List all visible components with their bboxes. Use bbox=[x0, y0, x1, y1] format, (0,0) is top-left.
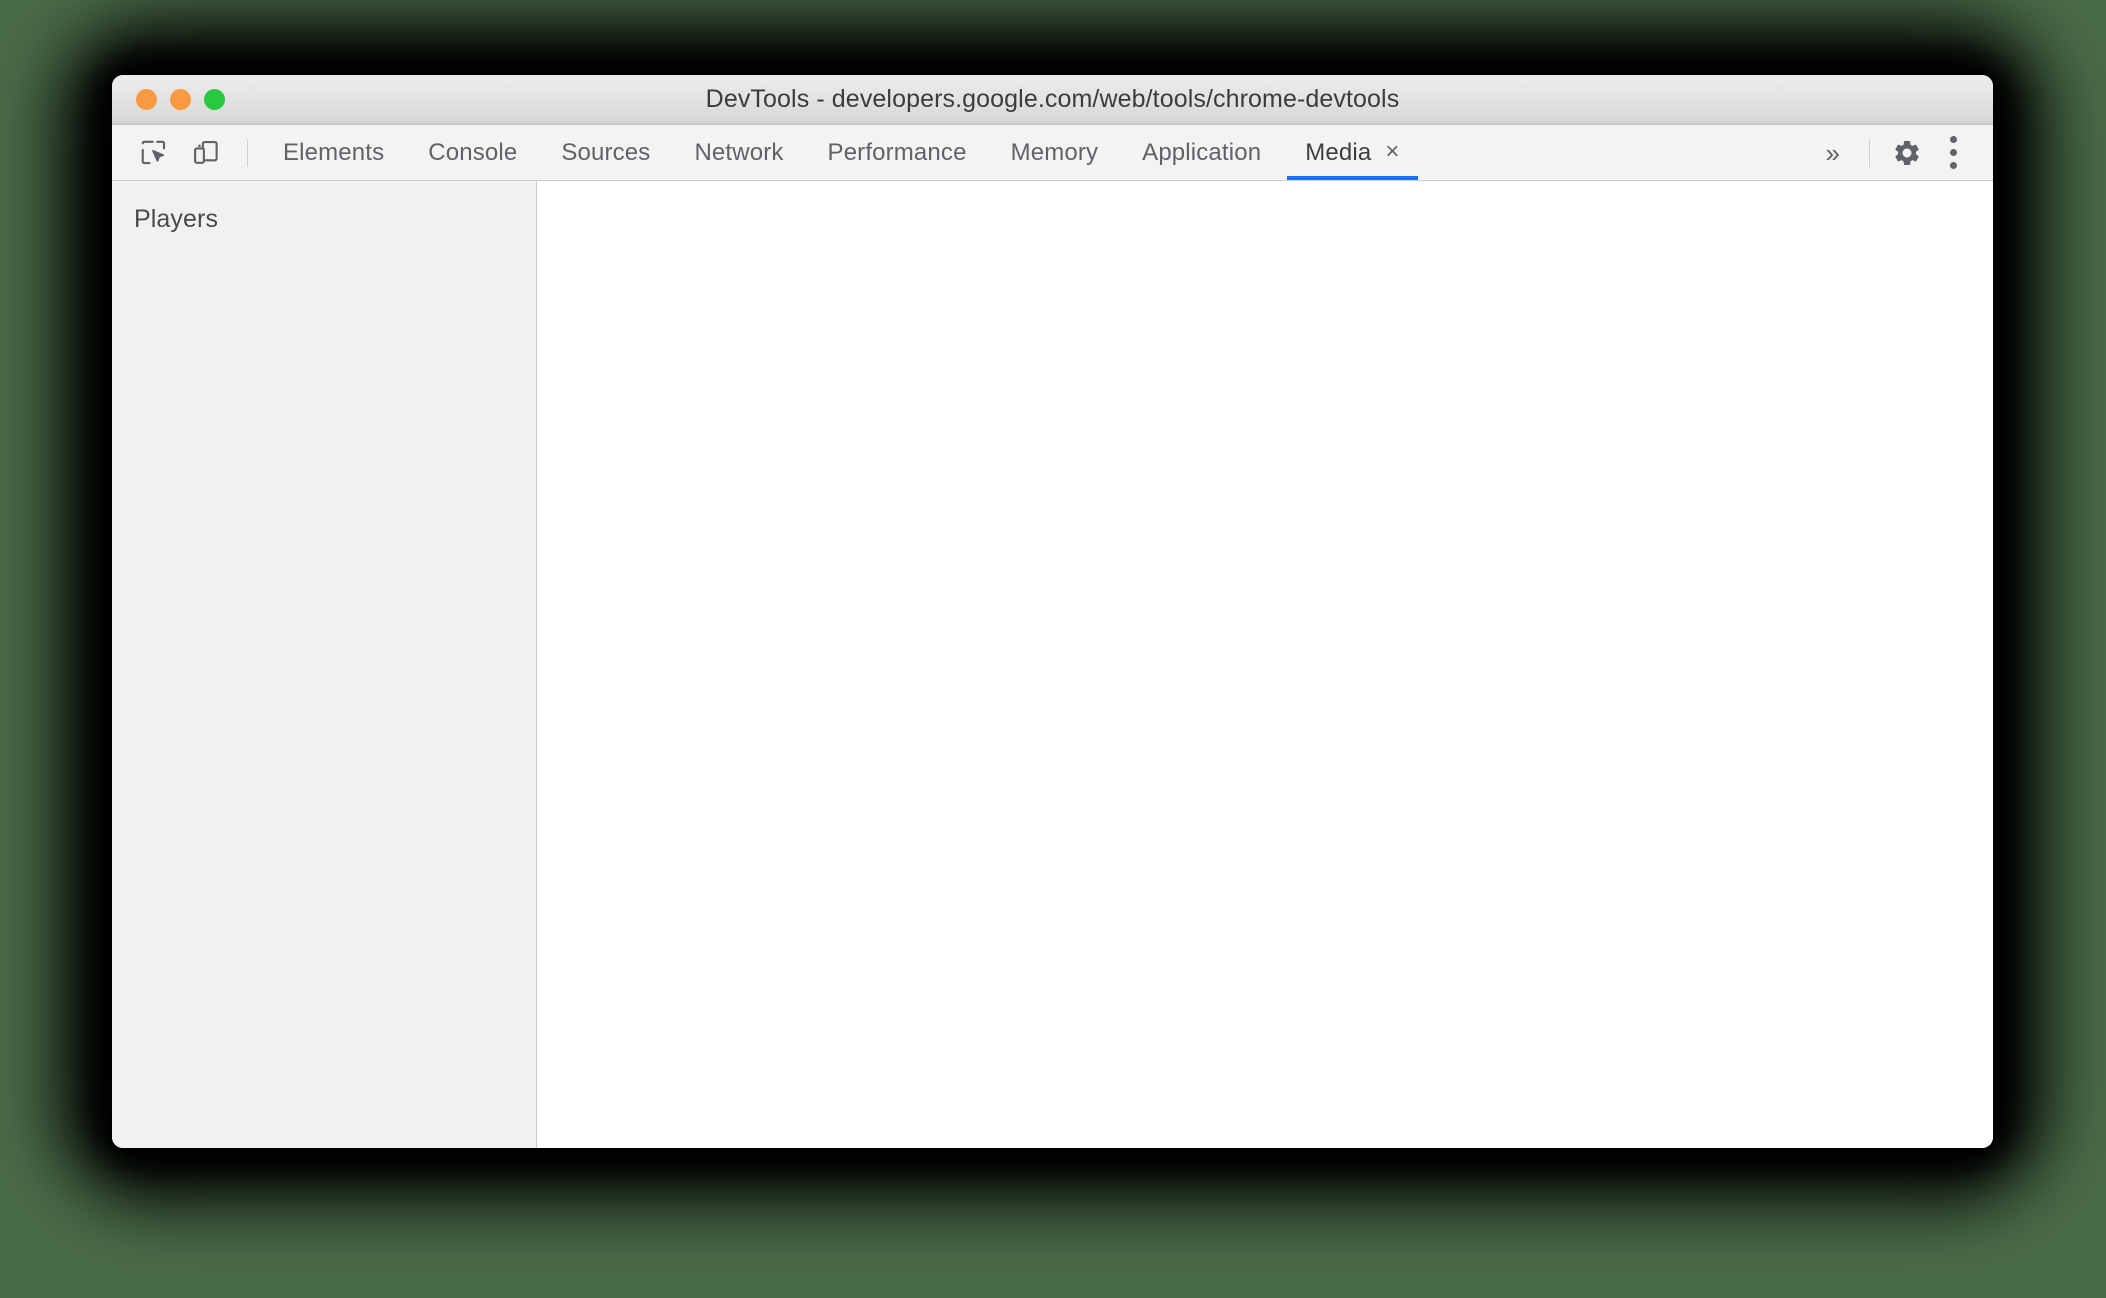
more-options-button[interactable] bbox=[1931, 129, 1975, 177]
close-window-button[interactable] bbox=[136, 89, 157, 110]
toolbar-right-group: » bbox=[1810, 125, 1993, 180]
toolbar-left-group bbox=[112, 125, 261, 180]
tab-label: Memory bbox=[1010, 138, 1099, 166]
toggle-device-toolbar-button[interactable] bbox=[182, 129, 230, 177]
traffic-light-group bbox=[136, 75, 225, 124]
active-tab-indicator bbox=[1287, 176, 1418, 180]
media-player-detail-panel bbox=[537, 181, 1993, 1148]
tab-media[interactable]: Media × bbox=[1283, 125, 1421, 180]
devtools-toolbar: Elements Console Sources Network Perform… bbox=[112, 125, 1993, 181]
kebab-dot bbox=[1949, 149, 1957, 156]
devtools-body: Players bbox=[112, 181, 1993, 1148]
desktop-background: DevTools - developers.google.com/web/too… bbox=[0, 0, 2106, 1298]
players-list-heading: Players bbox=[134, 205, 219, 233]
window-titlebar: DevTools - developers.google.com/web/too… bbox=[112, 75, 1993, 125]
tab-sources[interactable]: Sources bbox=[539, 125, 672, 180]
tab-label: Sources bbox=[561, 138, 651, 166]
tab-label: Elements bbox=[283, 138, 385, 166]
tab-label: Media bbox=[1305, 138, 1372, 166]
toolbar-divider bbox=[247, 138, 248, 167]
tab-performance[interactable]: Performance bbox=[806, 125, 989, 180]
toolbar-divider-right bbox=[1869, 138, 1870, 167]
device-toolbar-icon bbox=[194, 140, 218, 164]
tab-elements[interactable]: Elements bbox=[261, 125, 406, 180]
devtools-tab-strip: Elements Console Sources Network Perform… bbox=[261, 125, 1422, 180]
tab-memory[interactable]: Memory bbox=[989, 125, 1121, 180]
kebab-dot bbox=[1949, 136, 1957, 143]
window-title: DevTools - developers.google.com/web/too… bbox=[705, 85, 1400, 113]
tab-network[interactable]: Network bbox=[672, 125, 805, 180]
minimize-window-button[interactable] bbox=[170, 89, 191, 110]
maximize-window-button[interactable] bbox=[204, 89, 225, 110]
tab-label: Network bbox=[694, 138, 784, 166]
more-tabs-chevron-icon[interactable]: » bbox=[1810, 140, 1856, 166]
gear-icon bbox=[1895, 140, 1919, 165]
tab-label: Application bbox=[1142, 138, 1262, 166]
inspect-element-icon bbox=[141, 140, 166, 164]
devtools-window: DevTools - developers.google.com/web/too… bbox=[112, 75, 1993, 1148]
tab-label: Performance bbox=[827, 138, 967, 166]
media-players-sidebar[interactable]: Players bbox=[112, 181, 537, 1148]
tab-console[interactable]: Console bbox=[406, 125, 539, 180]
settings-button[interactable] bbox=[1883, 129, 1931, 177]
close-icon[interactable]: × bbox=[1385, 139, 1399, 164]
inspect-element-button[interactable] bbox=[130, 129, 178, 177]
tab-application[interactable]: Application bbox=[1120, 125, 1283, 180]
tab-label: Console bbox=[428, 138, 518, 166]
kebab-dot bbox=[1949, 162, 1957, 169]
